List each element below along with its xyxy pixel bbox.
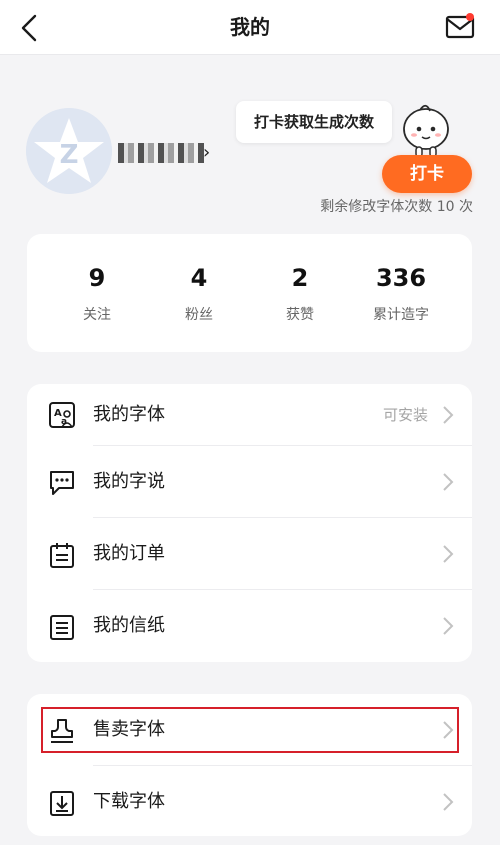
remaining-edits-text: 剩余修改字体次数 10 次 xyxy=(320,199,473,215)
document-icon xyxy=(50,615,74,640)
stat-value: 2 xyxy=(291,264,309,292)
stat-value: 336 xyxy=(375,264,427,292)
chat-bubble-icon xyxy=(50,471,74,495)
chevron-right-icon xyxy=(443,617,454,635)
checkin-button[interactable]: 打卡 xyxy=(382,155,472,193)
chevron-right-icon xyxy=(443,793,454,811)
stat-label: 获赞 xyxy=(286,307,314,323)
stat-value: 4 xyxy=(190,264,208,292)
menu-item-download-fonts[interactable]: 下载字体 xyxy=(27,766,472,838)
font-icon: A a xyxy=(49,402,75,428)
stat-characters-made[interactable]: 336 累计造字 xyxy=(346,264,456,324)
stat-label: 累计造字 xyxy=(373,307,429,323)
menu-item-label: 我的订单 xyxy=(93,543,165,564)
stats-card: 9 关注 4 粉丝 2 获赞 336 累计造字 xyxy=(27,234,472,352)
installable-hint: 可安装 xyxy=(382,406,428,424)
menu-item-my-letter-paper[interactable]: 我的信纸 xyxy=(27,590,472,662)
profile-chevron-icon[interactable]: › xyxy=(203,142,210,163)
chevron-right-icon xyxy=(443,545,454,563)
avatar[interactable]: Z xyxy=(26,108,112,194)
stat-following[interactable]: 9 关注 xyxy=(42,264,152,324)
notification-dot xyxy=(466,13,474,21)
menu-card-primary: A a 我的字体 可安装 我的字说 我的订单 我的信纸 xyxy=(27,384,472,662)
stat-value: 9 xyxy=(88,264,106,292)
checkin-tooltip: 打卡获取生成次数 xyxy=(236,101,392,143)
page-title: 我的 xyxy=(230,15,270,39)
svg-text:Z: Z xyxy=(60,140,79,170)
menu-item-my-orders[interactable]: 我的订单 xyxy=(27,518,472,590)
menu-item-label: 我的信纸 xyxy=(93,615,165,636)
menu-item-label: 下载字体 xyxy=(93,791,165,812)
chevron-right-icon xyxy=(443,406,454,424)
menu-item-my-fonts[interactable]: A a 我的字体 可安装 xyxy=(27,384,472,446)
stat-likes[interactable]: 2 获赞 xyxy=(245,264,355,324)
stat-label: 粉丝 xyxy=(185,307,213,323)
mascot-icon xyxy=(403,104,449,158)
top-bar: 我的 xyxy=(0,0,500,55)
username-blurred[interactable] xyxy=(118,143,204,163)
highlight-box xyxy=(41,707,459,753)
menu-item-my-posts[interactable]: 我的字说 xyxy=(27,446,472,518)
download-icon xyxy=(50,791,74,816)
stat-followers[interactable]: 4 粉丝 xyxy=(144,264,254,324)
menu-item-label: 我的字体 xyxy=(93,404,165,425)
calendar-icon xyxy=(50,543,74,568)
chevron-right-icon xyxy=(443,473,454,491)
star-logo-icon: Z xyxy=(26,108,112,194)
stat-label: 关注 xyxy=(83,307,111,323)
menu-item-label: 我的字说 xyxy=(93,471,165,492)
